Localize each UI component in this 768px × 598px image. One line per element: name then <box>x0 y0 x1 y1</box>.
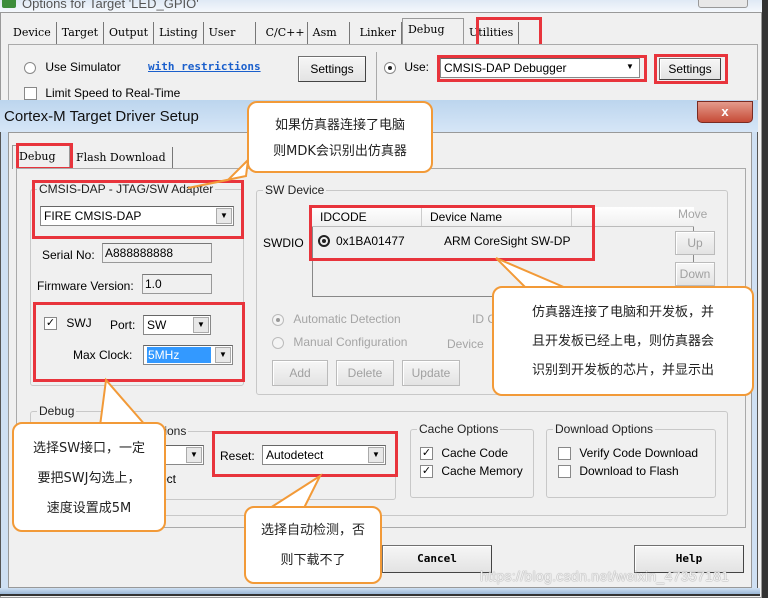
tab-linker[interactable]: Linker <box>350 22 402 44</box>
manual-configuration-label: Manual Configuration <box>293 335 408 349</box>
reset-highlight <box>212 431 398 477</box>
limit-speed-checkbox[interactable] <box>24 87 37 101</box>
use-simulator-option[interactable]: Use Simulator <box>24 60 121 74</box>
divider <box>376 52 377 100</box>
download-to-flash-checkbox[interactable] <box>558 465 571 479</box>
callout-emulator-detected: 如果仿真器连接了电脑 则MDK会识别出仿真器 <box>247 101 433 173</box>
callout-reset-autodetect: 选择自动检测，否 则下载不了 <box>244 506 382 584</box>
callout-swj-setting: 选择SW接口，一定 要把SWJ勾选上， 速度设置成5M <box>12 422 166 532</box>
use-label: Use: <box>404 60 430 74</box>
tab-cpp[interactable]: C/C++ <box>256 22 308 44</box>
options-window-title: Options for Target 'LED_GPIO' <box>22 0 199 11</box>
tab-listing[interactable]: Listing <box>154 22 204 44</box>
tab-output[interactable]: Output <box>104 22 155 44</box>
tab-debug[interactable]: Debug <box>401 18 464 44</box>
download-options-legend: Download Options <box>555 422 654 436</box>
cache-code-checkbox[interactable]: ✓ <box>420 447 433 461</box>
limit-speed-label: Limit Speed to Real-Time <box>45 86 181 100</box>
verify-code-download-option[interactable]: Verify Code Download <box>558 446 699 461</box>
verify-code-download-checkbox[interactable] <box>558 447 571 461</box>
cache-options-legend: Cache Options <box>419 422 499 436</box>
tab-asm[interactable]: Asm <box>308 22 350 44</box>
use-simulator-radio[interactable] <box>24 61 36 74</box>
callout-right-line-2: 且开发板已经上电，则仿真器会 <box>531 334 714 349</box>
serial-number-field: A888888888 <box>102 243 212 263</box>
callout-left-line-2: 要把SWJ勾选上， <box>37 471 141 486</box>
move-down-button[interactable]: Down <box>675 262 715 286</box>
dialog-title: Cortex-M Target Driver Setup <box>4 108 199 125</box>
limit-speed-option[interactable]: Limit Speed to Real-Time <box>24 86 181 101</box>
cache-memory-checkbox[interactable]: ✓ <box>420 465 433 479</box>
cancel-button[interactable]: Cancel <box>382 545 492 573</box>
move-up-button[interactable]: Up <box>675 231 715 255</box>
callout-bottom-line-2: 则下载不了 <box>280 553 346 568</box>
firmware-label: Firmware Version: <box>37 279 134 293</box>
use-simulator-label: Use Simulator <box>45 60 121 74</box>
download-to-flash-label: Download to Flash <box>579 464 679 478</box>
swj-clock-highlight <box>33 302 245 382</box>
with-restrictions-link[interactable]: with restrictions <box>148 60 261 73</box>
callout-right-line-1: 仿真器连接了电脑和开发板，并 <box>531 305 714 320</box>
window-edge <box>762 0 768 598</box>
cache-memory-label: Cache Memory <box>441 464 523 478</box>
tab-user[interactable]: User <box>204 22 256 44</box>
chevron-down-icon: ▼ <box>186 447 202 463</box>
simulator-settings-button[interactable]: Settings <box>298 56 366 82</box>
sw-device-legend: SW Device <box>265 183 325 197</box>
callout-right-line-3: 识别到开发板的芯片，并显示出 <box>531 363 714 378</box>
options-window-close-button[interactable] <box>698 0 748 8</box>
automatic-detection-label: Automatic Detection <box>293 312 401 326</box>
device-label: Device <box>447 337 484 351</box>
callout-bottom-line-1: 选择自动检测，否 <box>260 523 365 538</box>
debugger-select-highlight <box>437 55 647 82</box>
use-debugger-option[interactable]: Use: <box>384 60 429 74</box>
callout-chip-detected: 仿真器连接了电脑和开发板，并 且开发板已经上电，则仿真器会 识别到开发板的芯片，… <box>492 286 754 396</box>
watermark: https://blog.csdn.net/weixin_47357181 <box>480 568 730 584</box>
callout-left-line-3: 速度设置成5M <box>46 501 132 516</box>
download-to-flash-option[interactable]: Download to Flash <box>558 464 679 479</box>
cache-memory-option[interactable]: ✓ Cache Memory <box>420 464 523 479</box>
swdio-label: SWDIO <box>263 236 304 250</box>
automatic-detection-radio[interactable] <box>272 313 284 326</box>
use-debugger-radio[interactable] <box>384 61 396 74</box>
manual-configuration-option[interactable]: Manual Configuration <box>272 335 407 349</box>
cache-code-option[interactable]: ✓ Cache Code <box>420 446 509 461</box>
add-button[interactable]: Add <box>272 360 328 386</box>
device-list-highlight <box>309 205 595 261</box>
debug-group-legend: Debug <box>39 404 75 418</box>
manual-configuration-radio[interactable] <box>272 336 284 349</box>
dialog-debug-tab-highlight <box>16 143 73 170</box>
delete-button[interactable]: Delete <box>336 360 394 386</box>
verify-code-download-label: Verify Code Download <box>579 446 699 460</box>
close-icon: x <box>721 104 729 119</box>
callout-top-line-1: 如果仿真器连接了电脑 <box>274 118 405 133</box>
dialog-tab-flash-download[interactable]: Flash Download <box>70 147 173 169</box>
options-tab-bar: Device Target Output Listing User C/C++ … <box>8 18 520 44</box>
dialog-bottom-edge <box>0 588 760 596</box>
move-label: Move <box>678 207 708 221</box>
cache-code-label: Cache Code <box>441 446 509 460</box>
settings-button-highlight <box>654 54 728 84</box>
callout-left-line-1: 选择SW接口，一定 <box>32 441 146 456</box>
callout-top-line-2: 则MDK会识别出仿真器 <box>273 144 407 159</box>
tab-device[interactable]: Device <box>8 22 57 44</box>
firmware-version-field: 1.0 <box>142 274 212 294</box>
dialog-close-button[interactable]: x <box>697 101 753 123</box>
update-button[interactable]: Update <box>402 360 460 386</box>
tab-target[interactable]: Target <box>57 22 105 44</box>
serial-label: Serial No: <box>42 248 95 262</box>
app-icon <box>2 0 16 8</box>
automatic-detection-option[interactable]: Automatic Detection <box>272 312 401 326</box>
